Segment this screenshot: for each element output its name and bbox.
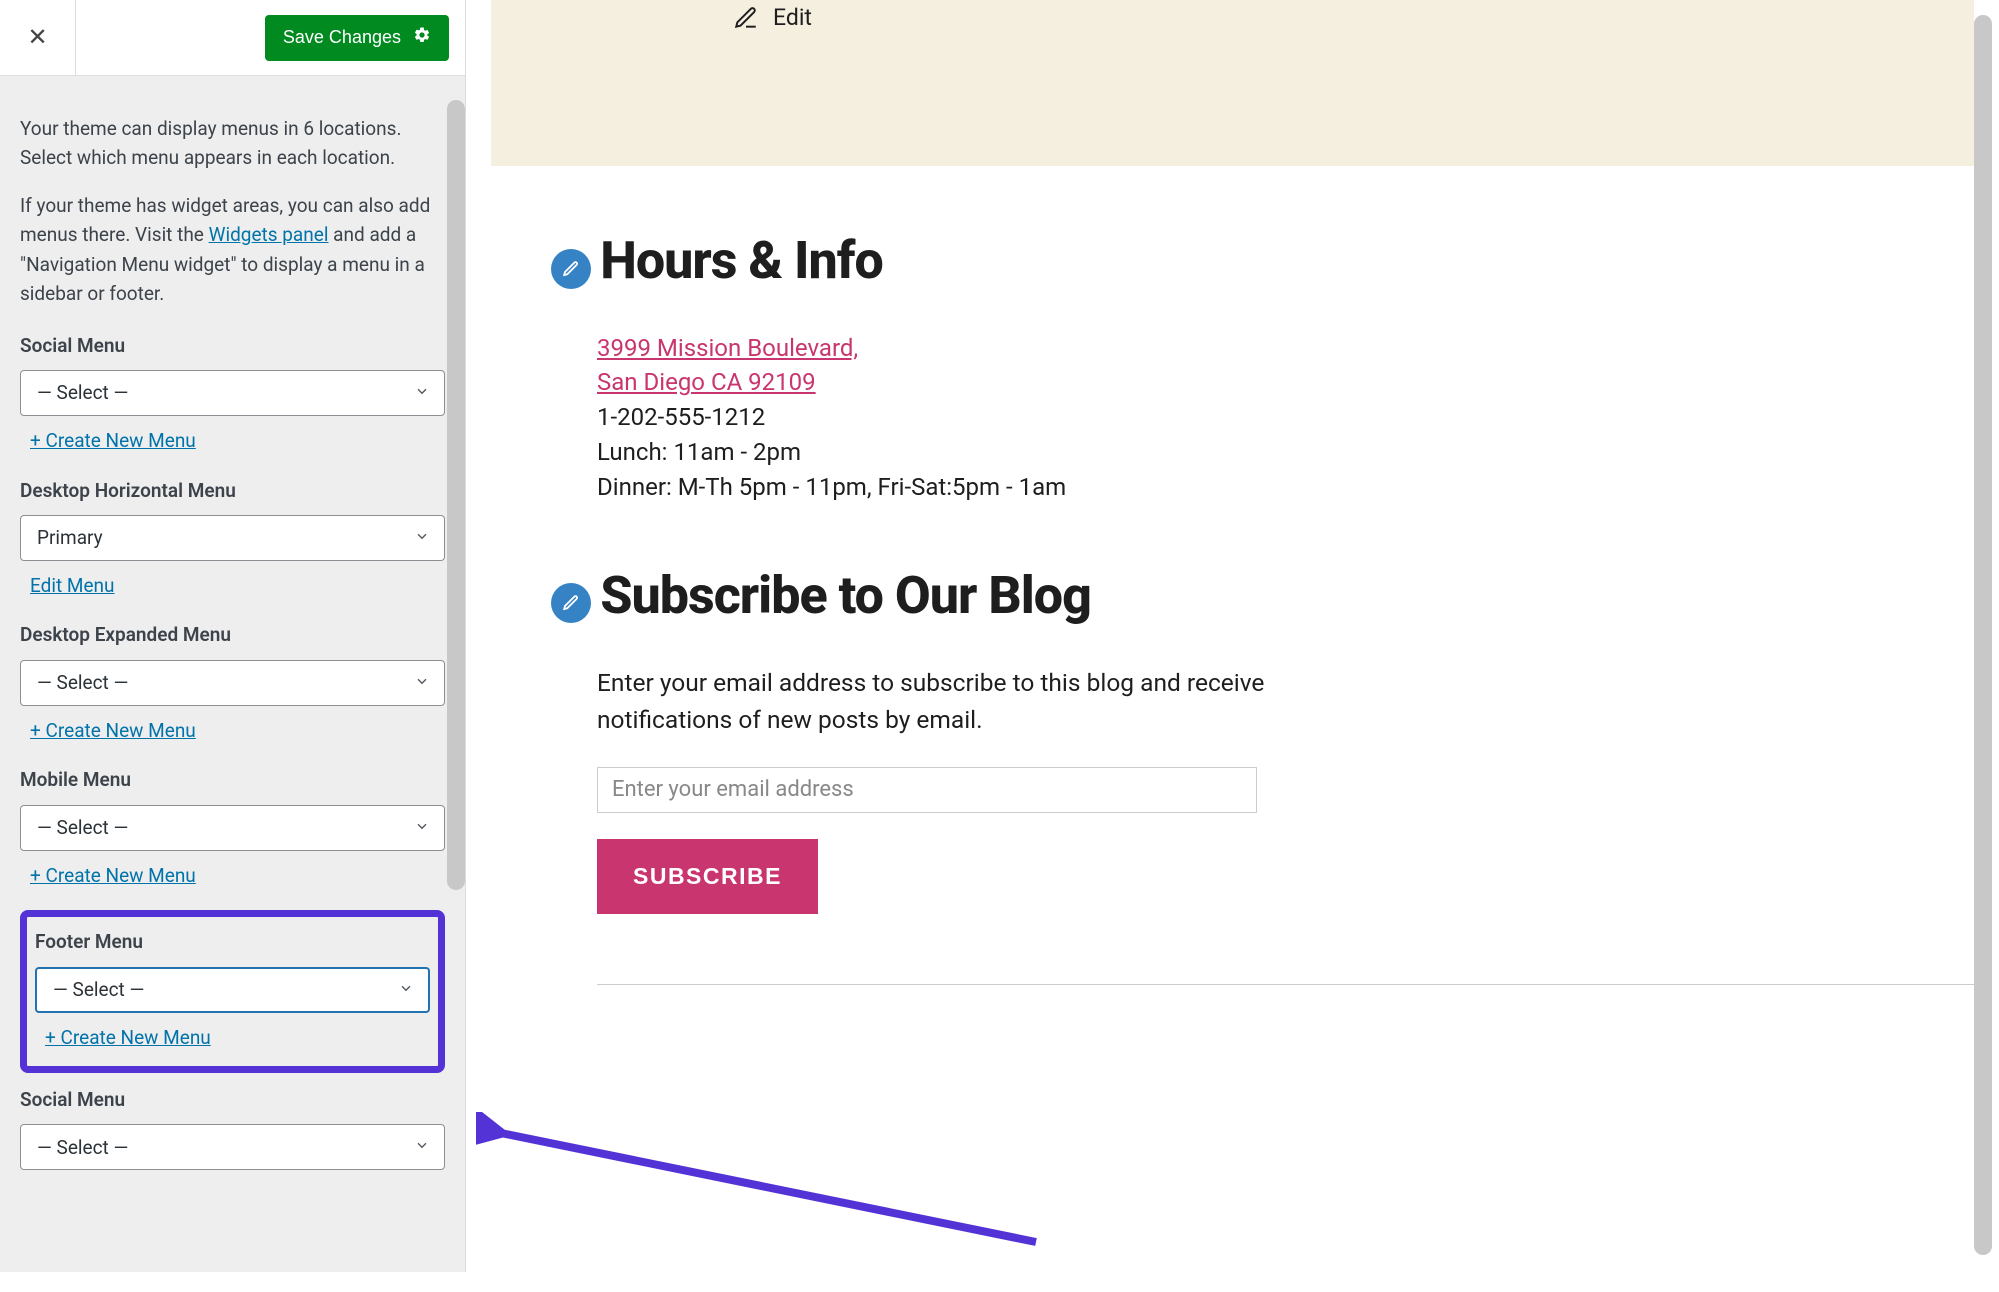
subscribe-heading-row: Subscribe to Our Blog (551, 565, 1914, 630)
edit-shortcut-top[interactable]: Edit (511, 4, 812, 31)
menu-section-social-2: Social Menu — Select — (20, 1085, 445, 1170)
divider (597, 984, 1977, 985)
hours-info-block: 3999 Mission Boulevard, San Diego CA 921… (597, 331, 1914, 505)
menu-section-social: Social Menu — Select — + Create New Menu (20, 331, 445, 456)
description: Your theme can display menus in 6 locati… (20, 114, 445, 309)
menu-section-desktop-horizontal: Desktop Horizontal Menu Primary Edit Men… (20, 476, 445, 601)
address-link[interactable]: 3999 Mission Boulevard, San Diego CA 921… (597, 334, 858, 397)
menu-label: Mobile Menu (20, 765, 445, 794)
sidebar-header: ✕ Save Changes (0, 0, 465, 76)
footer-menu-highlight: Footer Menu — Select — + Create New Menu (20, 910, 445, 1073)
hours-heading-row: Hours & Info (551, 230, 1914, 295)
chevron-down-icon (414, 1133, 430, 1162)
lunch-hours: Lunch: 11am - 2pm (597, 435, 1914, 470)
intro-p1: Your theme can display menus in 6 locati… (20, 114, 445, 173)
gear-icon (413, 26, 431, 49)
save-label: Save Changes (283, 27, 401, 48)
subscribe-description: Enter your email address to subscribe to… (597, 665, 1277, 739)
save-changes-button[interactable]: Save Changes (265, 15, 449, 61)
subscribe-heading: Subscribe to Our Blog (600, 565, 1091, 626)
desktop-expanded-menu-select[interactable]: — Select — (20, 660, 445, 706)
social-menu-select[interactable]: — Select — (20, 370, 445, 416)
create-menu-link[interactable]: + Create New Menu (45, 1023, 211, 1052)
create-menu-link[interactable]: + Create New Menu (30, 861, 196, 890)
chevron-down-icon (414, 378, 430, 407)
chevron-down-icon (414, 813, 430, 842)
menu-label: Desktop Expanded Menu (20, 620, 445, 649)
edit-label: Edit (773, 4, 812, 31)
sidebar-scrollbar[interactable] (447, 100, 465, 890)
preview-scrollbar[interactable] (1974, 15, 1992, 1255)
sidebar-body: Your theme can display menus in 6 locati… (0, 76, 465, 1272)
close-button[interactable]: ✕ (0, 0, 76, 76)
subscribe-button[interactable]: SUBSCRIBE (597, 839, 818, 914)
close-icon: ✕ (27, 23, 47, 52)
menu-label: Social Menu (20, 331, 445, 360)
menu-label: Desktop Horizontal Menu (20, 476, 445, 505)
desktop-horizontal-menu-select[interactable]: Primary (20, 515, 445, 561)
customizer-sidebar: ✕ Save Changes Your theme can display me… (0, 0, 466, 1272)
menu-label: Social Menu (20, 1085, 445, 1114)
chevron-down-icon (398, 975, 414, 1004)
menu-label: Footer Menu (35, 927, 430, 956)
preview-header-area: Edit (491, 0, 1974, 166)
dinner-hours: Dinner: M-Th 5pm - 11pm, Fri-Sat:5pm - 1… (597, 470, 1914, 505)
phone: 1-202-555-1212 (597, 400, 1914, 435)
intro-p2: If your theme has widget areas, you can … (20, 191, 445, 309)
footer-menu-select[interactable]: — Select — (35, 967, 430, 1013)
social-menu-select-2[interactable]: — Select — (20, 1124, 445, 1170)
preview-pane: Edit Hours & Info 3999 Mission Boulevard… (466, 0, 1999, 1272)
chevron-down-icon (414, 668, 430, 697)
widgets-panel-link[interactable]: Widgets panel (209, 223, 329, 246)
preview-content: Hours & Info 3999 Mission Boulevard, San… (491, 166, 1974, 1025)
edit-menu-link[interactable]: Edit Menu (30, 571, 115, 600)
mobile-menu-select[interactable]: — Select — (20, 805, 445, 851)
menu-section-mobile: Mobile Menu — Select — + Create New Menu (20, 765, 445, 890)
pencil-box-icon (733, 5, 759, 31)
email-input[interactable]: Enter your email address (597, 767, 1257, 813)
create-menu-link[interactable]: + Create New Menu (30, 426, 196, 455)
edit-shortcut-hours[interactable] (551, 249, 591, 289)
edit-shortcut-subscribe[interactable] (551, 583, 591, 623)
create-menu-link[interactable]: + Create New Menu (30, 716, 196, 745)
chevron-down-icon (414, 523, 430, 552)
hours-heading: Hours & Info (600, 230, 883, 291)
menu-section-desktop-expanded: Desktop Expanded Menu — Select — + Creat… (20, 620, 445, 745)
